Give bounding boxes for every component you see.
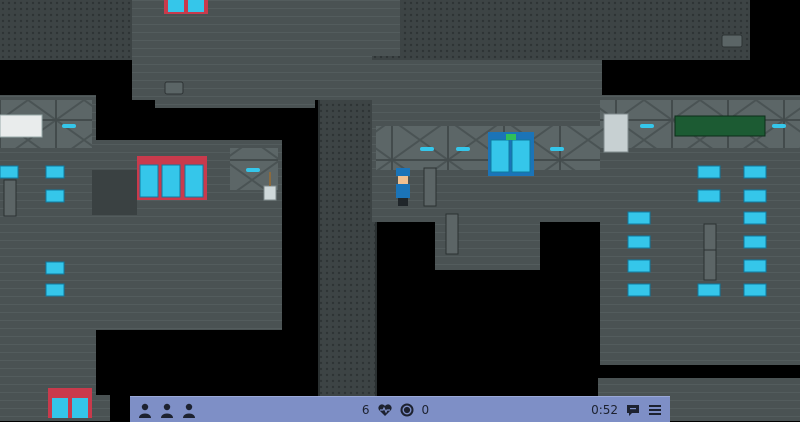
player-slot-1-icon[interactable]: [134, 399, 156, 421]
chat-icon[interactable]: [622, 399, 644, 421]
player-slot-3-icon[interactable]: [178, 399, 200, 421]
player-character: [396, 168, 410, 206]
hamburger-menu-icon[interactable]: [644, 399, 666, 421]
coin-icon: [396, 399, 418, 421]
player-slot-2-icon[interactable]: [156, 399, 178, 421]
coin-value: 0: [421, 402, 430, 417]
heart-pulse-icon: [374, 399, 396, 421]
game-timer: 0:52: [591, 402, 619, 417]
health-value: 6: [361, 402, 370, 417]
game-hud-bar: 6 0 0:52: [130, 396, 670, 422]
game-world: [0, 0, 800, 421]
